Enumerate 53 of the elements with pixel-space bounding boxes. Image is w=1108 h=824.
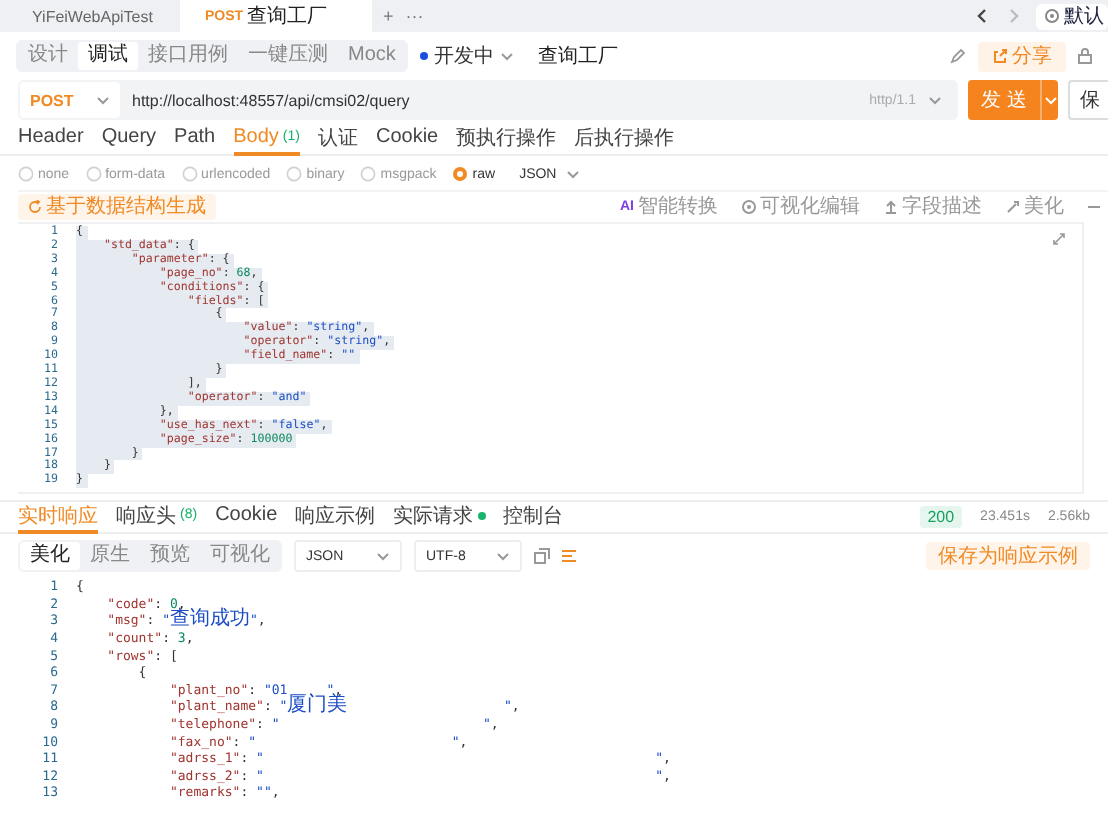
mode-tab[interactable]: 调试 — [78, 42, 138, 70]
tab[interactable]: 实际请求 — [393, 501, 486, 534]
tab[interactable]: 预执行操作 — [456, 123, 557, 155]
tab[interactable]: Query — [101, 123, 157, 155]
tab[interactable]: 控制台 — [503, 501, 564, 534]
view-mode-tab[interactable]: 原生 — [80, 542, 140, 571]
editor-tool-button[interactable]: 可视化编辑 — [742, 192, 860, 220]
editor-tool-button[interactable]: 字段描述 — [884, 192, 982, 220]
editor-tool-button[interactable]: 美化 — [1006, 192, 1064, 220]
status-dot-icon — [419, 52, 428, 60]
view-mode-tab[interactable]: 预览 — [140, 542, 200, 571]
mode-tab[interactable]: 接口用例 — [138, 42, 238, 70]
minus-icon — [1088, 203, 1100, 209]
chevron-right-icon — [1008, 8, 1020, 24]
chevron-down-icon — [928, 95, 942, 105]
chevron-down-icon — [499, 51, 514, 61]
copy-icon — [534, 548, 550, 565]
url-field[interactable]: http://localhost:48557/api/cmsi02/query — [120, 91, 870, 109]
environment-select[interactable]: 默认 — [1036, 3, 1108, 29]
chevron-down-icon — [566, 169, 581, 179]
tab[interactable]: Cookie — [215, 501, 278, 534]
new-tab-button[interactable]: + — [383, 6, 394, 26]
share-icon — [992, 48, 1008, 64]
chevron-left-icon — [976, 8, 988, 24]
view-mode-tab[interactable]: 美化 — [20, 542, 80, 571]
tab[interactable]: 认证 — [317, 123, 358, 155]
refresh-icon — [28, 199, 42, 213]
send-dropdown-button[interactable] — [1040, 80, 1058, 120]
chevron-down-icon — [496, 551, 510, 562]
expand-icon — [1052, 232, 1066, 246]
view-mode-tab[interactable]: 可视化 — [200, 542, 280, 571]
save-button[interactable]: 保 — [1068, 80, 1108, 120]
mode-tab[interactable]: 设计 — [18, 42, 78, 70]
tab[interactable]: 响应示例 — [295, 501, 376, 534]
edit-icon — [950, 48, 966, 64]
mode-tab[interactable]: 一键压测 — [238, 42, 338, 70]
tab[interactable]: Path — [174, 123, 216, 155]
lock-icon — [1078, 48, 1092, 64]
chevron-down-icon — [376, 551, 390, 562]
more-button[interactable]: ··· — [405, 6, 424, 26]
chevron-down-icon — [1043, 95, 1057, 105]
status-code-badge: 200 — [919, 506, 963, 529]
code-editor[interactable] — [18, 222, 1084, 495]
list-icon — [562, 548, 578, 565]
tab[interactable]: Header — [18, 123, 84, 155]
app-tab[interactable]: YiFeiWebApiTest — [16, 0, 169, 32]
status-select[interactable]: 开发中 — [419, 42, 514, 70]
chevron-down-icon — [96, 95, 110, 105]
mode-tab[interactable]: Mock — [338, 42, 406, 70]
api-name-field[interactable]: 查询工厂 — [537, 42, 618, 70]
tab[interactable]: 后执行操作 — [574, 123, 675, 155]
upload-icon — [884, 199, 898, 213]
tab[interactable]: Cookie — [375, 123, 439, 155]
